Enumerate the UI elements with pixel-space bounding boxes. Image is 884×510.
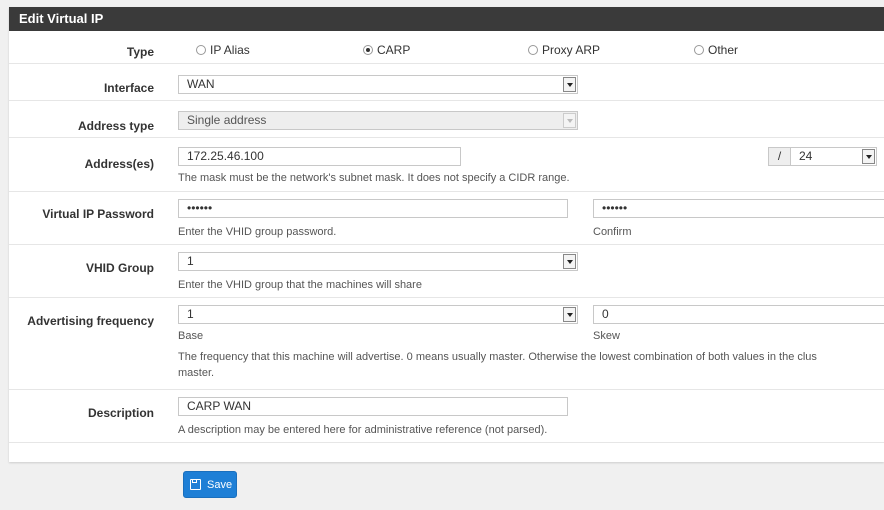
address-input[interactable]: 172.25.46.100 <box>178 147 461 166</box>
advertising-row: Advertising frequency 1 0 Base Skew The … <box>9 298 884 390</box>
base-label: Base <box>178 330 204 342</box>
radio-proxy-arp[interactable]: Proxy ARP <box>528 43 600 57</box>
radio-ip-alias[interactable]: IP Alias <box>196 43 250 57</box>
password-confirm-input[interactable]: •••••• <box>593 199 884 218</box>
advertising-help-line1: The frequency that this machine will adv… <box>178 351 817 363</box>
addresses-help: The mask must be the network's subnet ma… <box>178 172 570 184</box>
chevron-down-icon[interactable] <box>862 149 875 164</box>
type-label: Type <box>126 45 154 59</box>
chevron-down-icon[interactable] <box>563 77 576 92</box>
description-input[interactable]: CARP WAN <box>178 397 568 416</box>
radio-icon[interactable] <box>694 45 704 55</box>
cidr-slash-addon: / <box>768 147 791 166</box>
vhid-select[interactable]: 1 <box>178 252 578 271</box>
radio-icon[interactable] <box>196 45 206 55</box>
save-button-label: Save <box>207 478 233 491</box>
description-label: Description <box>87 406 154 420</box>
confirm-label: Confirm <box>593 226 632 238</box>
floppy-disk-icon <box>190 479 201 490</box>
password-row: Virtual IP Password •••••• •••••• Enter … <box>9 192 884 245</box>
vhid-help: Enter the VHID group that the machines w… <box>178 279 422 291</box>
radio-carp[interactable]: CARP <box>363 43 410 57</box>
interface-row: Interface WAN <box>9 64 884 101</box>
radio-selected-icon[interactable] <box>363 45 373 55</box>
interface-select[interactable]: WAN <box>178 75 578 94</box>
address-type-select[interactable]: Single address <box>178 111 578 130</box>
addresses-row: Address(es) 172.25.46.100 / 24 The mask … <box>9 138 884 192</box>
chevron-down-icon[interactable] <box>563 254 576 269</box>
chevron-down-icon[interactable] <box>563 113 576 128</box>
password-label: Virtual IP Password <box>42 207 154 221</box>
advertising-skew-input[interactable]: 0 <box>593 305 884 324</box>
password-input[interactable]: •••••• <box>178 199 568 218</box>
address-type-label: Address type <box>77 119 154 133</box>
cidr-mask-select[interactable]: 24 <box>790 147 877 166</box>
radio-icon[interactable] <box>528 45 538 55</box>
vhid-row: VHID Group 1 Enter the VHID group that t… <box>9 245 884 298</box>
radio-other[interactable]: Other <box>694 43 738 57</box>
edit-virtual-ip-panel: Edit Virtual IP Type IP Alias CARP Proxy… <box>9 7 884 462</box>
advertising-help-line2: master. <box>178 367 215 379</box>
advertising-label: Advertising frequency <box>27 314 154 328</box>
password-help: Enter the VHID group password. <box>178 226 337 238</box>
description-row: Description CARP WAN A description may b… <box>9 390 884 443</box>
skew-label: Skew <box>593 330 620 342</box>
type-row: Type IP Alias CARP Proxy ARP Other <box>9 31 884 64</box>
panel-title: Edit Virtual IP <box>9 7 884 31</box>
description-help: A description may be entered here for ad… <box>178 424 548 436</box>
advertising-base-select[interactable]: 1 <box>178 305 578 324</box>
address-type-row: Address type Single address <box>9 101 884 138</box>
addresses-label: Address(es) <box>84 157 154 171</box>
vhid-label: VHID Group <box>86 261 154 275</box>
interface-label: Interface <box>103 81 154 95</box>
save-button[interactable]: Save <box>183 471 237 498</box>
chevron-down-icon[interactable] <box>563 307 576 322</box>
